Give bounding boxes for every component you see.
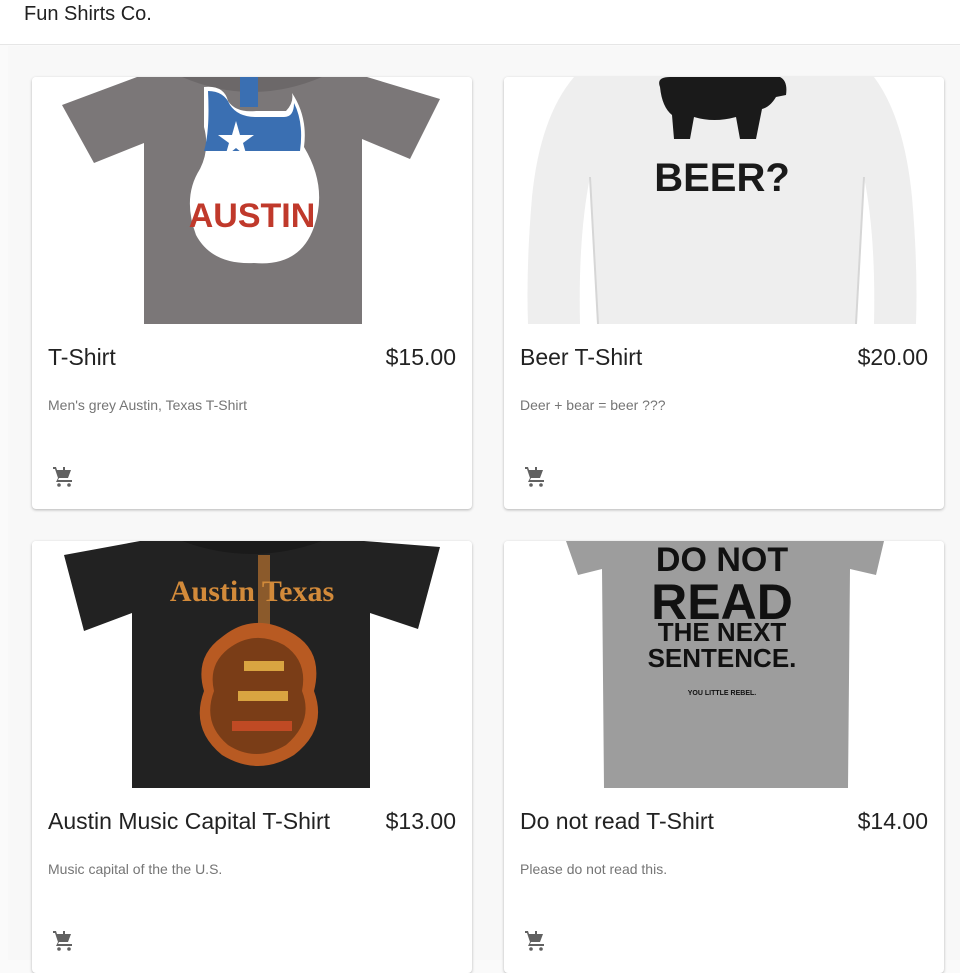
- product-description: Men's grey Austin, Texas T-Shirt: [48, 397, 248, 413]
- product-price: $14.00: [857, 808, 928, 834]
- add-shopping-cart-icon: [53, 467, 72, 487]
- product-price: $15.00: [385, 344, 456, 370]
- product-image: Austin Texas: [32, 541, 472, 788]
- product-card: DO NOT READ THE NEXT SENTENCE. YOU LITTL…: [504, 541, 944, 973]
- app-header: Fun Shirts Co.: [0, 0, 960, 45]
- add-shopping-cart-icon: [525, 931, 544, 951]
- product-price: $20.00: [857, 344, 928, 370]
- product-card: AUSTIN T-Shirt $15.00 Men's grey Austin,…: [32, 77, 472, 509]
- add-to-cart-button[interactable]: [48, 461, 80, 493]
- shirt-print-text: BEER?: [654, 156, 790, 200]
- product-card: BEER? Beer T-Shirt $20.00 Deer + bear = …: [504, 77, 944, 509]
- product-description: Music capital of the the U.S.: [48, 861, 223, 877]
- product-description: Deer + bear = beer ???: [520, 397, 666, 413]
- product-title: Austin Music Capital T-Shirt: [48, 808, 331, 834]
- product-card: Austin Texas Austin Music Capital T-Shir…: [32, 541, 472, 973]
- app-title: Fun Shirts Co.: [24, 3, 152, 25]
- shirt-print-text: AUSTIN: [189, 197, 316, 235]
- add-shopping-cart-icon: [53, 931, 72, 951]
- product-image: BEER?: [504, 77, 944, 324]
- product-title: Beer T-Shirt: [520, 344, 643, 370]
- product-price: $13.00: [385, 808, 456, 834]
- add-to-cart-button[interactable]: [48, 925, 80, 957]
- product-description: Please do not read this.: [520, 861, 668, 877]
- add-to-cart-button[interactable]: [520, 925, 552, 957]
- product-title: T-Shirt: [48, 344, 116, 370]
- product-image: DO NOT READ THE NEXT SENTENCE. YOU LITTL…: [504, 541, 944, 788]
- product-title: Do not read T-Shirt: [520, 808, 714, 834]
- add-shopping-cart-icon: [525, 467, 544, 487]
- product-image: AUSTIN: [32, 77, 472, 324]
- shirt-print-text: Austin Texas: [170, 575, 334, 608]
- shirt-print-text: SENTENCE.: [648, 643, 797, 673]
- add-to-cart-button[interactable]: [520, 461, 552, 493]
- shirt-print-text: YOU LITTLE REBEL.: [688, 690, 757, 697]
